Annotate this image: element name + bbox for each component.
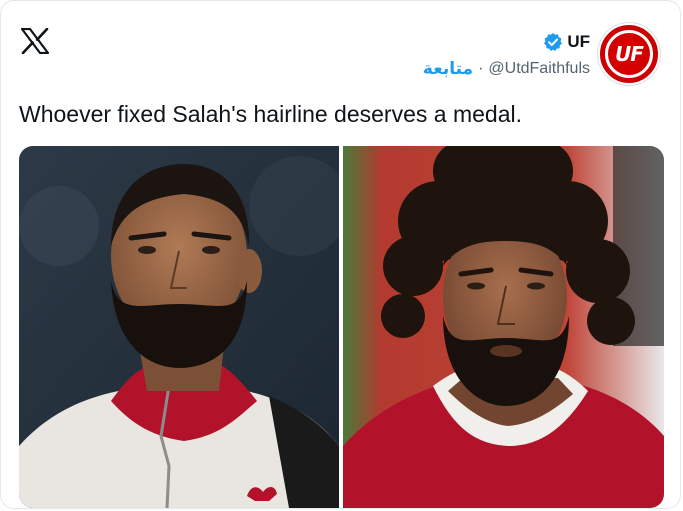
tweet-media[interactable] (19, 146, 664, 508)
verified-badge-icon (543, 32, 563, 52)
avatar-logo-text: UF (615, 42, 644, 66)
follow-link[interactable]: متابعة (423, 59, 473, 79)
author-display-name[interactable]: UF (567, 32, 590, 52)
avatar-logo: UF (605, 30, 653, 78)
tweet-card[interactable]: UF متابعة · @UtdFaithfuls UF Whoever fix… (0, 0, 681, 509)
author-handle[interactable]: @UtdFaithfuls (488, 60, 590, 78)
salah-short-hair-photo[interactable] (19, 146, 339, 508)
separator-dot: · (478, 59, 484, 77)
author-handle-row: متابعة · @UtdFaithfuls (423, 59, 590, 79)
tweet-author-header: UF متابعة · @UtdFaithfuls UF (423, 23, 660, 85)
author-name-row: UF (543, 30, 590, 54)
x-logo-icon[interactable] (20, 27, 50, 55)
avatar[interactable]: UF (598, 23, 660, 85)
salah-curly-hair-photo[interactable] (343, 146, 664, 508)
tweet-text: Whoever fixed Salah's hairline deserves … (19, 101, 522, 127)
author-names: UF متابعة · @UtdFaithfuls (423, 30, 590, 79)
